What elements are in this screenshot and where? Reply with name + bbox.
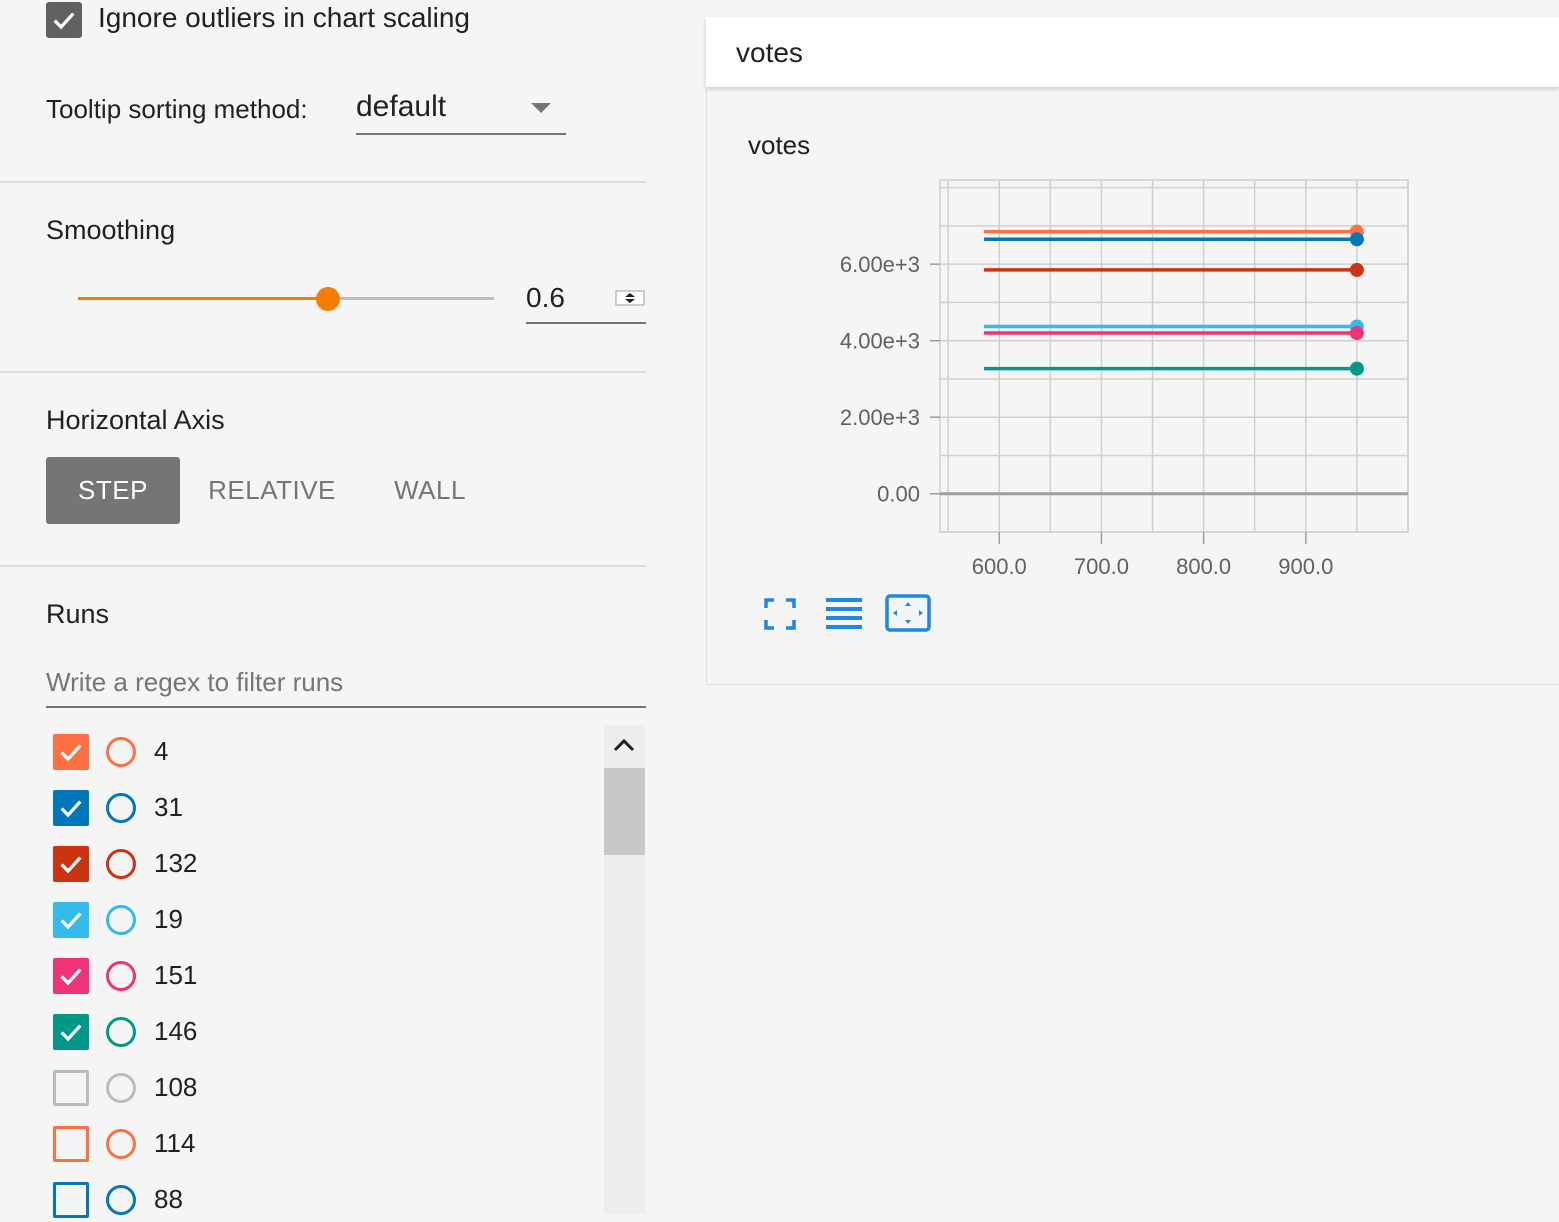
horizontal-axis-title: Horizontal Axis <box>46 405 225 435</box>
run-checkbox[interactable] <box>53 1126 89 1162</box>
checkmark-icon <box>60 912 82 930</box>
run-label: 108 <box>154 1072 198 1102</box>
run-row: 151 <box>53 958 593 998</box>
run-row: 4 <box>53 734 593 774</box>
checkmark-icon <box>60 968 82 986</box>
chart-title: votes <box>748 130 810 160</box>
run-label: 114 <box>154 1128 196 1158</box>
run-row: 114 <box>53 1126 593 1166</box>
card-title: votes <box>736 37 803 68</box>
run-label: 31 <box>154 792 183 822</box>
axis-relative-button[interactable]: RELATIVE <box>200 457 344 524</box>
run-checkbox[interactable] <box>53 1182 89 1218</box>
run-color-radio[interactable] <box>106 961 136 991</box>
divider <box>0 371 646 373</box>
run-label: 146 <box>154 1016 198 1046</box>
smoothing-input[interactable]: 0.6 <box>526 282 612 322</box>
run-row: 146 <box>53 1014 593 1054</box>
axis-wall-button[interactable]: WALL <box>370 457 490 524</box>
y-tick-label: 6.00e+3 <box>840 252 920 277</box>
checkmark-icon <box>53 12 75 30</box>
y-tick-label: 4.00e+3 <box>840 329 920 354</box>
runs-scrollbar-thumb[interactable] <box>604 768 645 855</box>
runs-title: Runs <box>46 599 110 629</box>
card-header: votes <box>706 17 1559 87</box>
smoothing-value: 0.6 <box>526 282 565 313</box>
series-point-146 <box>1349 361 1364 376</box>
smoothing-slider-track[interactable] <box>328 297 494 300</box>
checkmark-icon <box>60 744 82 762</box>
smoothing-slider-knob[interactable] <box>316 287 340 311</box>
run-label: 151 <box>154 960 198 990</box>
x-tick-label: 600.0 <box>972 554 1027 579</box>
spinner-arrows-icon[interactable] <box>615 290 645 306</box>
run-color-radio[interactable] <box>106 849 136 879</box>
run-checkbox[interactable] <box>53 902 89 938</box>
legend-lines-icon[interactable] <box>825 596 863 630</box>
run-label: 19 <box>154 904 183 934</box>
scroll-up-icon[interactable] <box>612 736 636 754</box>
x-tick-label: 700.0 <box>1074 554 1129 579</box>
run-row: 108 <box>53 1070 593 1110</box>
divider <box>0 565 646 567</box>
series-point-151 <box>1349 326 1364 341</box>
x-tick-label: 900.0 <box>1278 554 1333 579</box>
run-label: 132 <box>154 848 198 878</box>
series-point-31 <box>1349 232 1364 247</box>
smoothing-input-underline <box>526 322 646 324</box>
smoothing-slider-fill <box>78 297 328 300</box>
select-underline <box>356 133 566 135</box>
run-checkbox[interactable] <box>53 790 89 826</box>
divider <box>0 181 646 183</box>
filter-underline <box>46 706 646 708</box>
run-label: 88 <box>154 1184 183 1214</box>
x-tick-label: 800.0 <box>1176 554 1231 579</box>
votes-line-chart: votes 0.00 2.00e+3 4.00e+3 6.00e+3 600.0 700.… <box>748 130 1409 579</box>
smoothing-title: Smoothing <box>46 215 176 245</box>
run-row: 31 <box>53 790 593 830</box>
tooltip-sorting-value: default <box>356 90 447 123</box>
fit-domain-icon[interactable] <box>885 594 931 632</box>
fullscreen-icon[interactable] <box>764 598 796 630</box>
run-color-radio[interactable] <box>106 1073 136 1103</box>
run-color-radio[interactable] <box>106 737 136 767</box>
run-row: 132 <box>53 846 593 886</box>
run-checkbox[interactable] <box>53 734 89 770</box>
y-tick-label: 0.00 <box>877 482 920 507</box>
run-row: 88 <box>53 1182 593 1222</box>
run-checkbox[interactable] <box>53 1014 89 1050</box>
chevron-down-icon <box>531 103 551 113</box>
checkmark-icon <box>60 856 82 874</box>
axis-step-button[interactable]: STEP <box>46 457 180 524</box>
ignore-outliers-label: Ignore outliers in chart scaling <box>98 2 470 33</box>
series-point-132 <box>1349 262 1364 277</box>
y-tick-label: 2.00e+3 <box>840 405 920 430</box>
tooltip-sorting-label: Tooltip sorting method: <box>46 94 308 124</box>
run-color-radio[interactable] <box>106 793 136 823</box>
run-filter-input[interactable] <box>46 662 606 702</box>
ignore-outliers-checkbox[interactable] <box>46 2 82 38</box>
run-label: 4 <box>154 736 169 766</box>
checkmark-icon <box>60 800 82 818</box>
run-color-radio[interactable] <box>106 1185 136 1215</box>
run-checkbox[interactable] <box>53 846 89 882</box>
checkmark-icon <box>60 1024 82 1042</box>
run-color-radio[interactable] <box>106 1129 136 1159</box>
run-checkbox[interactable] <box>53 1070 89 1106</box>
run-color-radio[interactable] <box>106 1017 136 1047</box>
run-color-radio[interactable] <box>106 905 136 935</box>
run-row: 19 <box>53 902 593 942</box>
run-checkbox[interactable] <box>53 958 89 994</box>
